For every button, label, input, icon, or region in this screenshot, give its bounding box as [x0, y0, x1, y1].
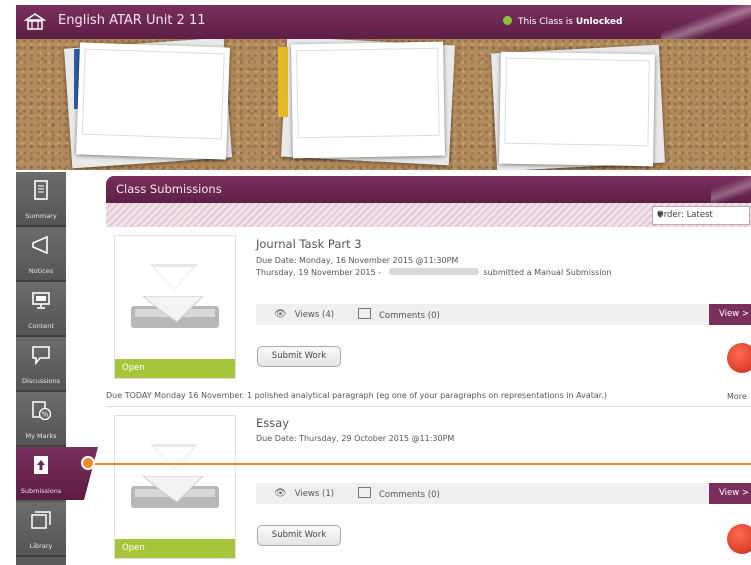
- chevron-down-icon: ▼: [657, 210, 664, 219]
- submission-thumbnail[interactable]: Open: [114, 235, 236, 379]
- header-gloss: [661, 5, 751, 39]
- divider: [106, 406, 751, 407]
- status-prefix: This Class is: [518, 17, 576, 27]
- activity-text: submitted a Manual Submission: [483, 268, 612, 277]
- course-title: English ATAR Unit 2 11: [58, 13, 206, 28]
- banner-photo-3: [499, 51, 655, 167]
- callout-marker: [81, 456, 95, 470]
- submission-stats-bar: 👁 Views (4) Comments (0) View >: [256, 304, 751, 325]
- sidebar-item-notices[interactable]: Notices: [16, 227, 66, 282]
- sidebar-item-my-marks[interactable]: % My Marks: [16, 392, 66, 447]
- comments-count[interactable]: Comments (0): [358, 308, 440, 321]
- order-select[interactable]: Order: Latest ▼: [652, 206, 750, 225]
- document-icon: [34, 180, 48, 200]
- submission-title[interactable]: Essay: [256, 416, 289, 430]
- sidebar-item-label: Summary: [25, 212, 57, 220]
- sidebar-item-label: Discussions: [22, 377, 60, 385]
- class-logo-icon: [24, 13, 46, 30]
- panel-title: Class Submissions: [116, 182, 222, 196]
- views-count: 👁 Views (4): [274, 309, 335, 320]
- status-indicator-icon: [503, 16, 512, 25]
- submission-thumbnail[interactable]: Open: [114, 415, 236, 559]
- folders-icon: [31, 511, 51, 529]
- banner-photo-2: [291, 41, 445, 159]
- sidebar-item-summary[interactable]: Summary: [16, 172, 66, 227]
- redacted-name: [388, 268, 479, 275]
- sidebar-item-label: Submissions: [20, 487, 62, 495]
- panel-header: Class Submissions: [106, 176, 751, 203]
- activity-date: Thursday, 19 November 2015 -: [256, 268, 384, 277]
- comment-icon: [358, 308, 371, 319]
- overdue-badge-icon: [727, 524, 751, 554]
- megaphone-icon: [32, 235, 48, 255]
- class-status: This Class is Unlocked: [503, 16, 622, 27]
- placeholder-arrow-inner: [154, 267, 194, 289]
- sidebar-item-content[interactable]: Content: [16, 282, 66, 337]
- status-value: Unlocked: [575, 17, 623, 27]
- more-link[interactable]: More: [727, 392, 747, 401]
- due-date: Due Date: Thursday, 29 October 2015 @11:…: [256, 434, 455, 443]
- status-badge: Open: [115, 359, 235, 378]
- submission-stats-bar: 👁 Views (1) Comments (0) View >: [256, 483, 751, 504]
- overdue-badge-icon: [727, 343, 751, 373]
- app-header: English ATAR Unit 2 11 This Class is Unl…: [16, 5, 751, 39]
- inbox-tray-icon: [131, 296, 219, 328]
- view-button[interactable]: View >: [709, 483, 751, 504]
- sidebar: Summary Notices Content Discussions % My…: [16, 172, 98, 565]
- panel-search-icon[interactable]: [711, 176, 751, 203]
- due-date: Due Date: Monday, 16 November 2015 @11:3…: [256, 256, 459, 265]
- svg-text:%: %: [42, 411, 49, 419]
- activity-line: Thursday, 19 November 2015 - submitted a…: [256, 268, 611, 277]
- sidebar-item-label: My Marks: [25, 432, 57, 440]
- eye-icon: 👁: [274, 488, 287, 499]
- comments-count[interactable]: Comments (0): [358, 487, 440, 500]
- sidebar-item-label: Library: [29, 542, 53, 550]
- submission-description: Due TODAY Monday 16 November. 1 polished…: [106, 391, 608, 400]
- upload-icon: [34, 456, 48, 474]
- sidebar-item-label: Content: [28, 322, 54, 330]
- sidebar-item-discussions[interactable]: Discussions: [16, 337, 66, 392]
- sidebar-item-label: Notices: [28, 267, 54, 275]
- status-badge: Open: [115, 539, 235, 558]
- speech-bubble-icon: [32, 346, 50, 365]
- placeholder-arrow-inner: [154, 447, 194, 469]
- submit-work-button[interactable]: Submit Work: [257, 346, 341, 367]
- view-button[interactable]: View >: [709, 304, 751, 325]
- views-count: 👁 Views (1): [274, 488, 335, 499]
- inbox-tray-icon: [131, 476, 219, 508]
- comment-icon: [358, 487, 371, 498]
- submission-title[interactable]: Journal Task Part 3: [256, 237, 362, 251]
- sidebar-item-library[interactable]: Library: [16, 502, 66, 557]
- submit-work-button[interactable]: Submit Work: [257, 525, 341, 546]
- percent-document-icon: %: [32, 401, 51, 420]
- corkboard-banner: [16, 39, 751, 170]
- photo-stripe: [278, 47, 288, 117]
- monitor-icon: [32, 292, 50, 309]
- banner-photo-1: [76, 42, 230, 160]
- callout-line: [88, 463, 751, 465]
- eye-icon: 👁: [274, 309, 287, 320]
